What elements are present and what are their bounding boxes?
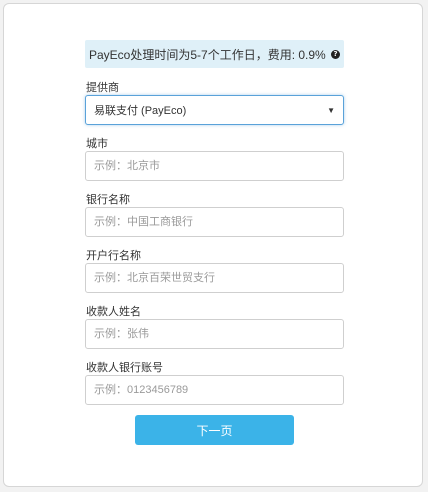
payee-account-label: 收款人银行账号: [86, 362, 163, 374]
chevron-down-icon: ▼: [327, 105, 335, 115]
provider-selected-value: 易联支付 (PayEco): [94, 105, 187, 117]
provider-label: 提供商: [86, 82, 119, 94]
payee-account-input[interactable]: [85, 375, 344, 405]
provider-select[interactable]: 易联支付 (PayEco) ▼: [85, 95, 344, 125]
city-label: 城市: [86, 138, 108, 150]
branch-name-input[interactable]: [85, 263, 344, 293]
next-page-button[interactable]: 下一页: [135, 415, 294, 445]
bank-name-label: 银行名称: [86, 194, 130, 206]
question-circle-icon[interactable]: ?: [331, 49, 340, 59]
fee-notice-text: PayEco处理时间为5-7个工作日，费用: 0.9%: [89, 47, 326, 62]
payee-name-label: 收款人姓名: [86, 306, 141, 318]
fee-notice: PayEco处理时间为5-7个工作日，费用: 0.9% ?: [85, 40, 344, 68]
branch-name-label: 开户行名称: [86, 250, 141, 262]
bank-name-input[interactable]: [85, 207, 344, 237]
payee-name-input[interactable]: [85, 319, 344, 349]
city-input[interactable]: [85, 151, 344, 181]
